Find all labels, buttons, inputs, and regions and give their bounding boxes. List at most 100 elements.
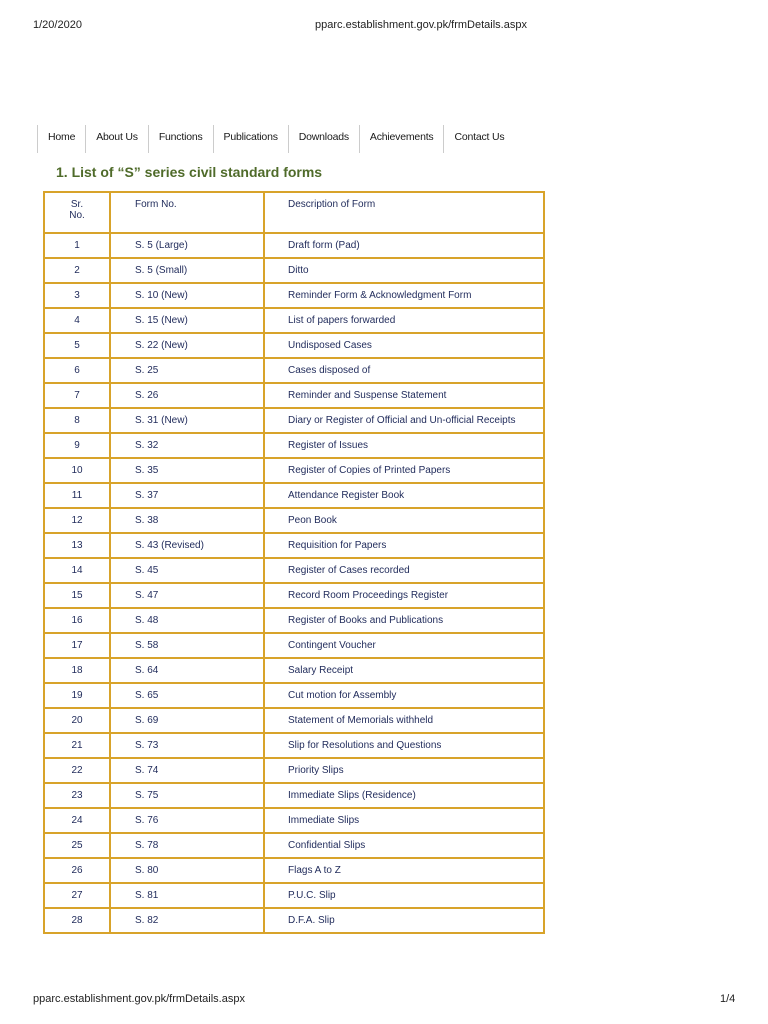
table-row: 2 S. 5 (Small) Ditto <box>43 257 545 284</box>
sr-no-cell: 27 <box>43 882 111 909</box>
description-cell: Undisposed Cases <box>263 332 545 359</box>
table-row: 11 S. 37 Attendance Register Book <box>43 482 545 509</box>
table-row: 8 S. 31 (New) Diary or Register of Officia… <box>43 407 545 434</box>
nav-about-us[interactable]: About Us <box>85 125 148 153</box>
description-cell: Reminder and Suspense Statement <box>263 382 545 409</box>
form-no-cell: S. 78 <box>109 832 265 859</box>
header-description: Description of Form <box>263 191 545 234</box>
form-no-cell: S. 64 <box>109 657 265 684</box>
forms-table: Sr. No. Form No. Description of Form 1 S. … <box>43 191 545 934</box>
description-cell: Register of Issues <box>263 432 545 459</box>
sr-no-cell: 18 <box>43 657 111 684</box>
sr-no-cell: 21 <box>43 732 111 759</box>
form-no-cell: S. 58 <box>109 632 265 659</box>
sr-no-cell: 7 <box>43 382 111 409</box>
table-row: 28 S. 82 D.F.A. Slip <box>43 907 545 934</box>
sr-no-cell: 9 <box>43 432 111 459</box>
description-cell: Peon Book <box>263 507 545 534</box>
nav-downloads[interactable]: Downloads <box>287 125 359 153</box>
sr-no-cell: 23 <box>43 782 111 809</box>
description-cell: Confidential Slips <box>263 832 545 859</box>
description-cell: Register of Cases recorded <box>263 557 545 584</box>
header-form-no: Form No. <box>109 191 265 234</box>
sr-no-cell: 16 <box>43 607 111 634</box>
table-row: 7 S. 26 Reminder and Suspense Statement <box>43 382 545 409</box>
nav-contact-us[interactable]: Contact Us <box>443 125 514 153</box>
sr-no-cell: 24 <box>43 807 111 834</box>
form-no-cell: S. 48 <box>109 607 265 634</box>
description-cell: Slip for Resolutions and Questions <box>263 732 545 759</box>
description-cell: Reminder Form & Acknowledgment Form <box>263 282 545 309</box>
table-header-row: Sr. No. Form No. Description of Form <box>43 191 545 234</box>
description-cell: Register of Copies of Printed Papers <box>263 457 545 484</box>
sr-no-cell: 15 <box>43 582 111 609</box>
form-no-cell: S. 82 <box>109 907 265 934</box>
table-row: 14 S. 45 Register of Cases recorded <box>43 557 545 584</box>
table-row: 26 S. 80 Flags A to Z <box>43 857 545 884</box>
description-cell: Record Room Proceedings Register <box>263 582 545 609</box>
description-cell: P.U.C. Slip <box>263 882 545 909</box>
table-row: 4 S. 15 (New) List of papers forwarded <box>43 307 545 334</box>
description-cell: Immediate Slips <box>263 807 545 834</box>
page-title: 1. List of “S” series civil standard for… <box>56 164 323 180</box>
description-cell: Cases disposed of <box>263 357 545 384</box>
table-row: 1 S. 5 (Large) Draft form (Pad) <box>43 232 545 259</box>
table-row: 10 S. 35 Register of Copies of Printed Pap… <box>43 457 545 484</box>
nav-publications[interactable]: Publications <box>212 125 288 153</box>
form-no-cell: S. 5 (Large) <box>109 232 265 259</box>
header-sr-no: Sr. No. <box>43 191 111 234</box>
sr-no-cell: 19 <box>43 682 111 709</box>
sr-no-cell: 3 <box>43 282 111 309</box>
form-no-cell: S. 47 <box>109 582 265 609</box>
table-row: 12 S. 38 Peon Book <box>43 507 545 534</box>
table-row: 3 S. 10 (New) Reminder Form & Acknowledgme… <box>43 282 545 309</box>
nav-functions[interactable]: Functions <box>147 125 213 153</box>
form-no-cell: S. 32 <box>109 432 265 459</box>
sr-no-cell: 5 <box>43 332 111 359</box>
description-cell: Statement of Memorials withheld <box>263 707 545 734</box>
table-row: 16 S. 48 Register of Books and Publication… <box>43 607 545 634</box>
form-no-cell: S. 25 <box>109 357 265 384</box>
description-cell: Flags A to Z <box>263 857 545 884</box>
description-cell: Requisition for Papers <box>263 532 545 559</box>
table-row: 24 S. 76 Immediate Slips <box>43 807 545 834</box>
form-no-cell: S. 65 <box>109 682 265 709</box>
form-no-cell: S. 31 (New) <box>109 407 265 434</box>
description-cell: Salary Receipt <box>263 657 545 684</box>
description-cell: Diary or Register of Official and Un-off… <box>263 407 545 434</box>
sr-no-cell: 12 <box>43 507 111 534</box>
form-no-cell: S. 26 <box>109 382 265 409</box>
form-no-cell: S. 38 <box>109 507 265 534</box>
description-cell: Contingent Voucher <box>263 632 545 659</box>
table-row: 5 S. 22 (New) Undisposed Cases <box>43 332 545 359</box>
sr-no-cell: 20 <box>43 707 111 734</box>
print-footer-url: pparc.establishment.gov.pk/frmDetails.as… <box>33 993 245 1005</box>
form-no-cell: S. 73 <box>109 732 265 759</box>
description-cell: List of papers forwarded <box>263 307 545 334</box>
form-no-cell: S. 76 <box>109 807 265 834</box>
sr-no-cell: 28 <box>43 907 111 934</box>
sr-no-cell: 4 <box>43 307 111 334</box>
sr-no-cell: 17 <box>43 632 111 659</box>
table-row: 19 S. 65 Cut motion for Assembly <box>43 682 545 709</box>
sr-no-cell: 2 <box>43 257 111 284</box>
table-row: 20 S. 69 Statement of Memorials withheld <box>43 707 545 734</box>
table-row: 21 S. 73 Slip for Resolutions and Question… <box>43 732 545 759</box>
description-cell: Priority Slips <box>263 757 545 784</box>
nav-achievements[interactable]: Achievements <box>358 125 444 153</box>
nav-home[interactable]: Home <box>37 125 85 153</box>
description-cell: Ditto <box>263 257 545 284</box>
form-no-cell: S. 5 (Small) <box>109 257 265 284</box>
form-no-cell: S. 35 <box>109 457 265 484</box>
sr-no-cell: 14 <box>43 557 111 584</box>
sr-no-cell: 25 <box>43 832 111 859</box>
form-no-cell: S. 37 <box>109 482 265 509</box>
main-nav: Home About Us Functions Publications Downloa… <box>37 125 514 153</box>
description-cell: Immediate Slips (Residence) <box>263 782 545 809</box>
sr-no-cell: 6 <box>43 357 111 384</box>
description-cell: Cut motion for Assembly <box>263 682 545 709</box>
print-url: pparc.establishment.gov.pk/frmDetails.as… <box>315 19 527 31</box>
sr-no-cell: 26 <box>43 857 111 884</box>
sr-no-cell: 22 <box>43 757 111 784</box>
table-row: 25 S. 78 Confidential Slips <box>43 832 545 859</box>
